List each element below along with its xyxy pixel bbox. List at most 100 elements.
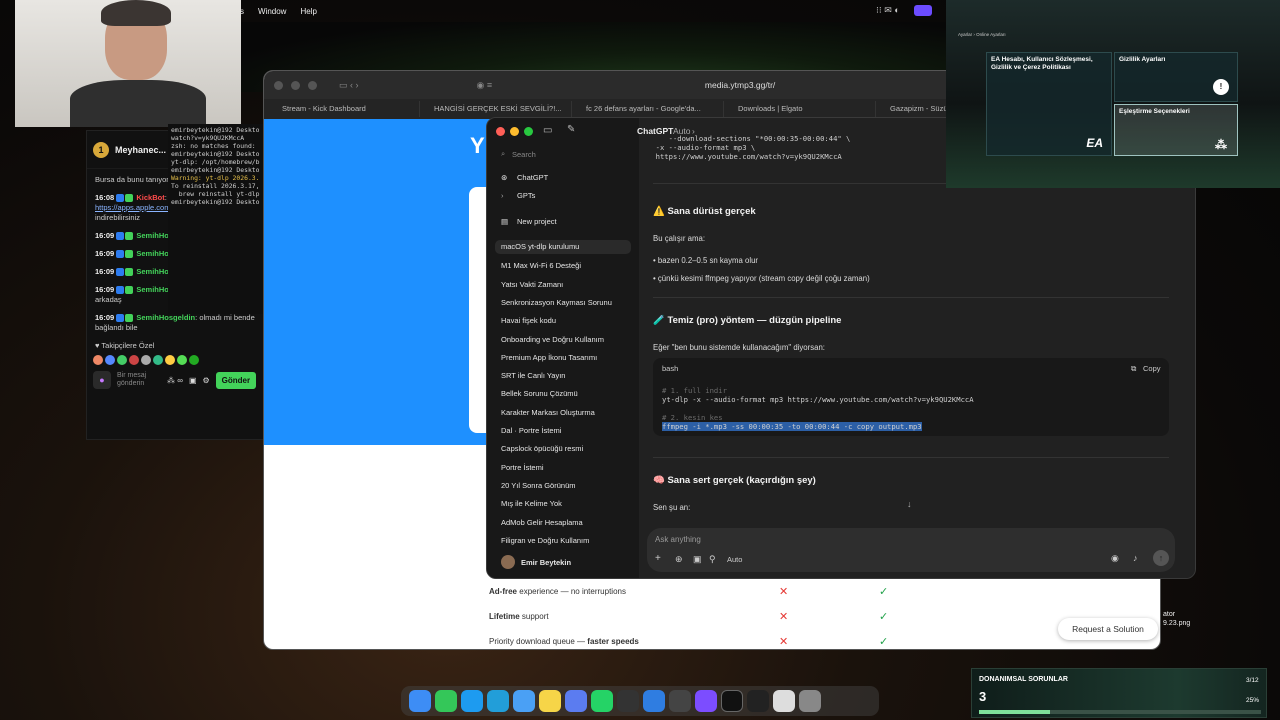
emote-icon[interactable] [105, 355, 115, 365]
screen-record-icon[interactable] [914, 5, 932, 16]
finder-icon[interactable] [409, 690, 431, 712]
scroll-down-icon[interactable]: ↓ [907, 499, 912, 509]
history-item[interactable]: Bellek Sorunu Çözümü [501, 389, 578, 398]
emote-icon[interactable] [177, 355, 187, 365]
code-line: ffmpeg -i *.mp3 -ss 00:00:35 -to 00:00:4… [662, 422, 922, 431]
nav-chatgpt[interactable]: ChatGPT [517, 173, 548, 182]
composer: Ask anything + ⊕ ▣ ⚲ Auto ◉ ♪ ↑ [647, 528, 1175, 572]
app-icon[interactable] [565, 690, 587, 712]
sidebar-toggle-icon[interactable]: ▭ [543, 125, 552, 136]
extension-icon[interactable]: ◉ ≡ [477, 80, 493, 91]
menu-item-window[interactable]: Window [258, 7, 286, 16]
history-item[interactable]: AdMob Gelir Hesaplama [501, 518, 583, 527]
history-item[interactable]: Karakter Markası Oluşturma [501, 408, 595, 417]
history-item[interactable]: Onboarding ve Doğru Kullanım [501, 335, 604, 344]
mode-selector[interactable]: Auto [727, 555, 742, 564]
launchpad-icon[interactable] [695, 690, 717, 712]
emote-icon[interactable] [93, 355, 103, 365]
send-button[interactable]: Gönder [215, 371, 257, 389]
close-icon[interactable] [274, 80, 283, 90]
sidebar-toggle-icon[interactable]: ▭ ‹ › [339, 80, 359, 91]
browser-tab[interactable]: HANGİSİ GERÇEK ESKİ SEVGİLİ?!... [424, 101, 572, 117]
app-icon[interactable] [617, 690, 639, 712]
message-user[interactable]: KickBot [136, 193, 164, 202]
history-item[interactable]: Portre İstemi [501, 463, 544, 472]
telegram-icon[interactable] [487, 690, 509, 712]
history-item[interactable]: Senkronizasyon Kayması Sorunu [501, 298, 612, 307]
mic-icon[interactable]: ● [93, 371, 111, 389]
message-user[interactable]: SemihHosgeldin [136, 313, 195, 322]
record-icon[interactable]: ◉ [1111, 553, 1119, 564]
terminal-window[interactable]: emirbeytekin@192 Deskto watch?v=yk9QU2KMc… [168, 124, 264, 314]
browser-tab[interactable]: Stream - Kick Dashboard [272, 101, 420, 117]
emote-picker-icon[interactable]: ⁂ ∞ [167, 376, 183, 385]
cross-icon: ✕ [779, 611, 789, 623]
address-bar[interactable]: media.ytmp3.gg/tr/ [620, 76, 860, 94]
composer-input[interactable]: Ask anything [655, 535, 701, 544]
document-icon[interactable] [773, 690, 795, 712]
mic-icon[interactable]: ♪ [1133, 553, 1138, 563]
chatgpt-icon[interactable] [721, 690, 743, 712]
ea-tile-matchmaking[interactable]: Eşleştirme Seçenekleri ⁂ [1114, 104, 1238, 156]
request-solution-button[interactable]: Request a Solution [1058, 618, 1158, 640]
emote-icon[interactable] [129, 355, 139, 365]
ea-tile-privacy[interactable]: Gizlilik Ayarları ! [1114, 52, 1238, 102]
user-name[interactable]: Emir Beytekin [521, 558, 571, 567]
image-icon[interactable]: ▣ [693, 554, 702, 565]
send-icon[interactable]: ↑ [1153, 550, 1169, 566]
app-icon[interactable] [669, 690, 691, 712]
mail-icon[interactable] [513, 690, 535, 712]
notes-icon[interactable] [539, 690, 561, 712]
minimize-icon[interactable] [510, 127, 519, 136]
history-item[interactable]: M1 Max Wi-Fi 6 Desteği [501, 261, 581, 270]
emote-icon[interactable] [189, 355, 199, 365]
messages-icon[interactable] [435, 690, 457, 712]
code-text[interactable]: # 1. full indir yt-dlp -x --audio-format … [662, 386, 974, 431]
chat-channel-name[interactable]: Meyhanec... [115, 145, 166, 155]
safari-icon[interactable] [461, 690, 483, 712]
minimize-icon[interactable] [291, 80, 300, 90]
ea-tile-account[interactable]: EA Hesabı, Kullanıcı Sözleşmesi, Gizlili… [986, 52, 1112, 156]
gear-icon[interactable]: ⚙ [203, 376, 210, 385]
whatsapp-icon[interactable] [591, 690, 613, 712]
history-item[interactable]: SRT ile Canlı Yayın [501, 371, 565, 380]
chat-input[interactable]: Bir mesaj gönderin [117, 372, 161, 388]
close-icon[interactable] [496, 127, 505, 136]
history-item[interactable]: Filigran ve Doğru Kullanım [501, 536, 589, 545]
emote-icon[interactable] [153, 355, 163, 365]
emote-icon[interactable] [117, 355, 127, 365]
terminal-icon[interactable] [747, 690, 769, 712]
zoom-icon[interactable] [308, 80, 317, 90]
history-item[interactable]: Premium App İkonu Tasarımı [501, 353, 597, 362]
history-item[interactable]: 20 Yıl Sonra Görünüm [501, 481, 576, 490]
history-item[interactable]: Havai fişek kodu [501, 316, 556, 325]
search-input[interactable]: Search [512, 150, 536, 159]
emote-icon[interactable] [165, 355, 175, 365]
desktop-file-label[interactable]: ator 9.23.png [1163, 610, 1190, 628]
zoom-icon[interactable] [524, 127, 533, 136]
message-user[interactable]: SemihHo [136, 231, 169, 240]
history-item[interactable]: Dal · Portre İstemi [501, 426, 561, 435]
copy-button[interactable]: Copy [1143, 364, 1161, 373]
history-item[interactable]: Mış ile Kelime Yok [501, 499, 562, 508]
globe-icon[interactable]: ⊕ [675, 554, 683, 565]
xcode-icon[interactable] [643, 690, 665, 712]
trash-icon[interactable] [799, 690, 821, 712]
plus-icon[interactable]: + [655, 553, 661, 564]
copy-icon[interactable]: ⧉ [1131, 364, 1136, 374]
browser-tab[interactable]: Downloads | Elgato [728, 101, 876, 117]
history-item[interactable]: Capslock öpücüğü resmi [501, 444, 583, 453]
emote-icon[interactable] [141, 355, 151, 365]
nav-new-project[interactable]: New project [517, 217, 557, 226]
gift-icon[interactable]: ▣ [189, 376, 197, 385]
nav-gpts[interactable]: GPTs [517, 191, 535, 200]
menu-item-help[interactable]: Help [300, 7, 316, 16]
avatar[interactable] [501, 555, 515, 569]
new-chat-icon[interactable]: ✎ [567, 124, 575, 135]
history-item[interactable]: macOS yt-dlp kurulumu [495, 240, 631, 254]
browser-tab[interactable]: fc 26 defans ayarları - Google'da... [576, 101, 724, 117]
history-item[interactable]: Yatsı Vakti Zamanı [501, 280, 563, 289]
table-row: Ad-free experience — no interruptions ✕ ✓ [489, 579, 959, 604]
tools-icon[interactable]: ⚲ [709, 554, 716, 565]
message-user[interactable]: SemihHo [136, 249, 169, 258]
